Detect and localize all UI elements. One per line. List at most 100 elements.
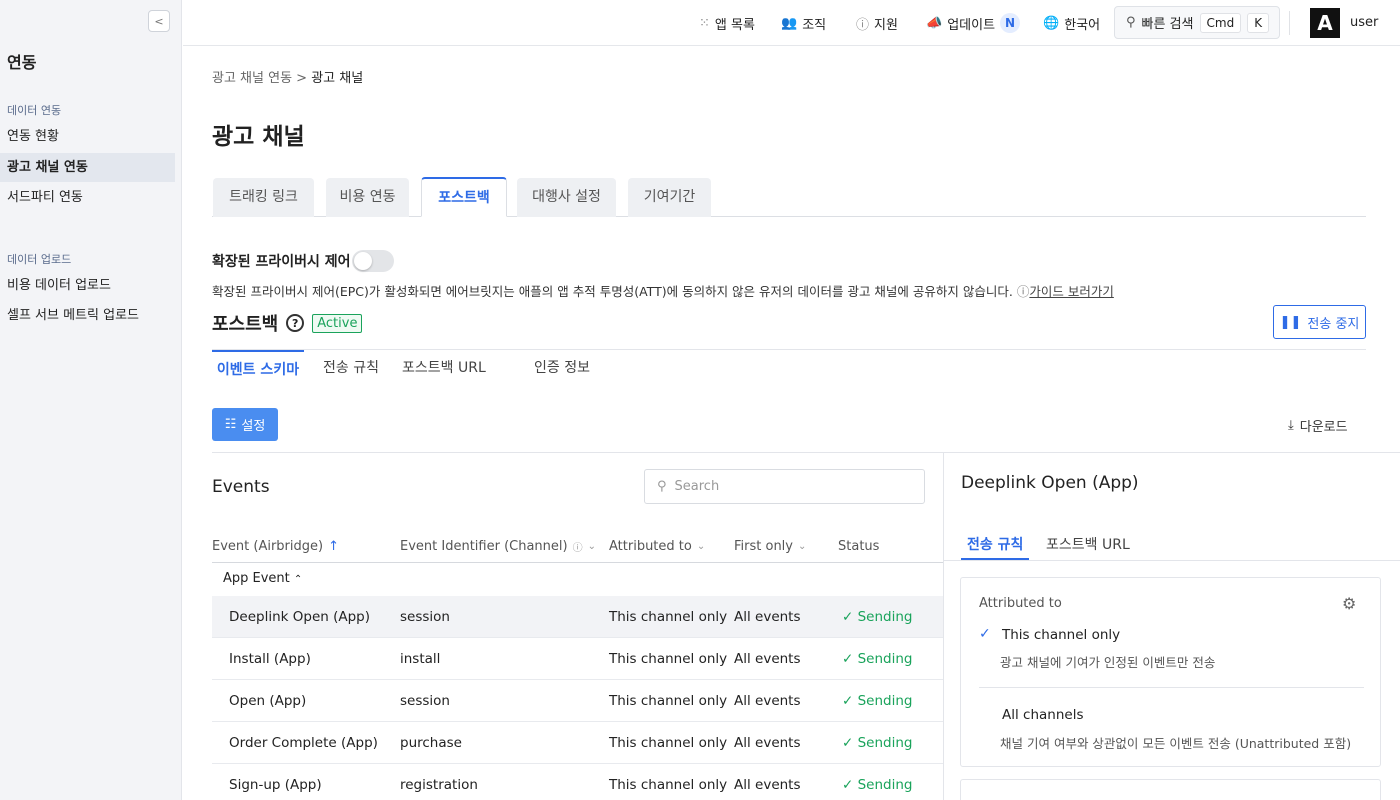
download-button[interactable]: ⤓ 다운로드 bbox=[1288, 416, 1348, 435]
app-list-label: 앱 목록 bbox=[714, 17, 755, 33]
cell-status: ✓ Sending bbox=[842, 638, 913, 680]
page-title: 광고 채널 bbox=[212, 124, 305, 150]
postback-title: 포스트백 bbox=[212, 314, 279, 335]
settings-button[interactable]: ☷ 설정 bbox=[212, 408, 278, 441]
org-label: 조직 bbox=[802, 17, 827, 33]
cell-first-only: All events bbox=[734, 651, 801, 667]
quick-search-button[interactable]: ⚲ 빠른 검색 Cmd K bbox=[1114, 6, 1280, 39]
check-icon: ✓ bbox=[979, 626, 991, 642]
attributed-label: Attributed to bbox=[979, 596, 1062, 611]
column-header-label: Attributed to bbox=[609, 539, 692, 554]
avatar[interactable]: A bbox=[1310, 8, 1340, 38]
cell-identifier: registration bbox=[400, 777, 478, 793]
tab-postback[interactable]: 포스트백 bbox=[421, 177, 507, 217]
column-header-attributed[interactable]: Attributed to ⌄ bbox=[609, 539, 705, 554]
cell-event: Deeplink Open (App) bbox=[229, 609, 370, 625]
divider bbox=[944, 560, 1400, 561]
cell-first-only: All events bbox=[734, 693, 801, 709]
column-header-event[interactable]: Event (Airbridge) ↑ bbox=[212, 539, 339, 554]
column-header-label: First only bbox=[734, 539, 793, 554]
column-header-identifier[interactable]: Event Identifier (Channel) ⓘ ⌄ bbox=[400, 539, 596, 554]
sidebar-item-cost-upload[interactable]: 비용 데이터 업로드 bbox=[0, 271, 175, 300]
search-icon: ⚲ bbox=[1126, 15, 1136, 30]
option-this-channel[interactable]: This channel only bbox=[1002, 627, 1120, 643]
option-all-channels-desc: 채널 기여 여부와 상관없이 모든 이벤트 전송 (Unattributed 포… bbox=[1000, 736, 1352, 751]
status-label: Sending bbox=[857, 693, 913, 709]
guide-link[interactable]: 가이드 보러가기 bbox=[1029, 284, 1113, 299]
subtab-postback-url[interactable]: 포스트백 URL bbox=[402, 350, 486, 388]
stop-sending-button[interactable]: ❚❚ 전송 중지 bbox=[1273, 305, 1366, 339]
status-label: Sending bbox=[857, 735, 913, 751]
divider bbox=[1289, 11, 1290, 35]
kbd-cmd: Cmd bbox=[1199, 12, 1242, 33]
kbd-k: K bbox=[1247, 12, 1270, 33]
divider bbox=[212, 349, 1366, 350]
attribution-card: Attributed to ⚙ ✓ This channel only 광고 채… bbox=[960, 577, 1381, 767]
help-icon[interactable]: ? bbox=[286, 314, 305, 332]
table-row[interactable]: Order Complete (App) purchase This chann… bbox=[212, 722, 943, 764]
cell-status: ✓ Sending bbox=[842, 764, 913, 800]
tab-agency-settings[interactable]: 대행사 설정 bbox=[517, 178, 616, 217]
column-header-first-only[interactable]: First only ⌄ bbox=[734, 539, 806, 554]
subtab-event-schema[interactable]: 이벤트 스키마 bbox=[212, 350, 304, 388]
panel-divider bbox=[943, 452, 944, 800]
subtab-auth-info[interactable]: 인증 정보 bbox=[534, 350, 590, 388]
toggle-knob bbox=[354, 252, 372, 270]
column-header-status: Status bbox=[838, 539, 879, 554]
user-name[interactable]: user bbox=[1350, 0, 1378, 46]
status-label: Sending bbox=[857, 777, 913, 793]
check-icon: ✓ bbox=[842, 651, 858, 667]
cell-first-only: All events bbox=[734, 609, 801, 625]
grid-icon: ⁙ bbox=[699, 15, 710, 31]
cell-identifier: session bbox=[400, 609, 450, 625]
detail-tab-send-rules[interactable]: 전송 규칙 bbox=[961, 534, 1030, 560]
cell-status: ✓ Sending bbox=[842, 680, 913, 722]
tab-cost-integration[interactable]: 비용 연동 bbox=[326, 178, 409, 217]
cell-attributed: This channel only bbox=[609, 651, 728, 667]
main-tabs: 트래킹 링크 비용 연동 포스트백 대행사 설정 기여기간 bbox=[212, 177, 1366, 217]
cell-status: ✓ Sending bbox=[842, 596, 913, 638]
table-row[interactable]: Sign-up (App) registration This channel … bbox=[212, 764, 943, 800]
support-label: 지원 bbox=[874, 17, 898, 33]
column-header-label: Event (Airbridge) bbox=[212, 539, 324, 554]
detail-tab-postback-url[interactable]: 포스트백 URL bbox=[1046, 534, 1130, 560]
update-button[interactable]: 📣 업데이트 N bbox=[926, 0, 1021, 46]
cell-identifier: purchase bbox=[400, 735, 462, 751]
search-input[interactable]: ⚲ Search bbox=[644, 469, 925, 504]
language-label: 한국어 bbox=[1064, 17, 1101, 33]
stop-sending-label: 전송 중지 bbox=[1307, 316, 1360, 332]
app-list-button[interactable]: ⁙ 앱 목록 bbox=[699, 0, 755, 46]
table-row[interactable]: Open (App) session This channel only All… bbox=[212, 680, 943, 722]
cell-event: Install (App) bbox=[229, 651, 311, 667]
tab-attribution-window[interactable]: 기여기간 bbox=[628, 178, 711, 217]
sidebar-item-ad-channel[interactable]: 광고 채널 연동 bbox=[0, 153, 175, 182]
column-header-label: Event Identifier (Channel) bbox=[400, 539, 568, 554]
table-row[interactable]: Deeplink Open (App) session This channel… bbox=[212, 596, 943, 638]
subtab-send-rules[interactable]: 전송 규칙 bbox=[323, 350, 379, 388]
collapse-sidebar-button[interactable]: < bbox=[148, 10, 170, 32]
privacy-toggle[interactable] bbox=[352, 250, 394, 272]
sidebar-item-integration-status[interactable]: 연동 현황 bbox=[0, 122, 175, 151]
sidebar-item-self-serve-metric[interactable]: 셀프 서브 메트릭 업로드 bbox=[0, 301, 175, 330]
sliders-icon: ☷ bbox=[224, 417, 237, 432]
postback-header: 포스트백 ? Active bbox=[212, 310, 363, 336]
chevron-down-icon: ⌄ bbox=[696, 541, 706, 552]
check-icon: ✓ bbox=[842, 777, 858, 793]
group-app-event[interactable]: App Event ⌃ bbox=[223, 571, 302, 586]
chevron-left-icon: < bbox=[154, 14, 164, 28]
option-all-channels[interactable]: All channels bbox=[1002, 707, 1083, 723]
tab-tracking-link[interactable]: 트래킹 링크 bbox=[213, 178, 314, 217]
cell-attributed: This channel only bbox=[609, 609, 728, 625]
divider bbox=[212, 452, 1400, 453]
table-row[interactable]: Install (App) install This channel only … bbox=[212, 638, 943, 680]
cell-attributed: This channel only bbox=[609, 693, 728, 709]
sidebar-item-third-party[interactable]: 서드파티 연동 bbox=[0, 183, 175, 212]
divider bbox=[212, 562, 943, 563]
language-button[interactable]: 🌐 한국어 bbox=[1043, 0, 1100, 46]
option-this-channel-desc: 광고 채널에 기여가 인정된 이벤트만 전송 bbox=[1000, 655, 1216, 670]
support-button[interactable]: ⓘ 지원 bbox=[856, 0, 898, 46]
gear-icon[interactable]: ⚙ bbox=[1342, 594, 1356, 613]
breadcrumb-parent[interactable]: 광고 채널 연동 bbox=[212, 71, 292, 86]
search-placeholder: Search bbox=[674, 479, 720, 494]
org-button[interactable]: 👥 조직 bbox=[781, 0, 826, 46]
